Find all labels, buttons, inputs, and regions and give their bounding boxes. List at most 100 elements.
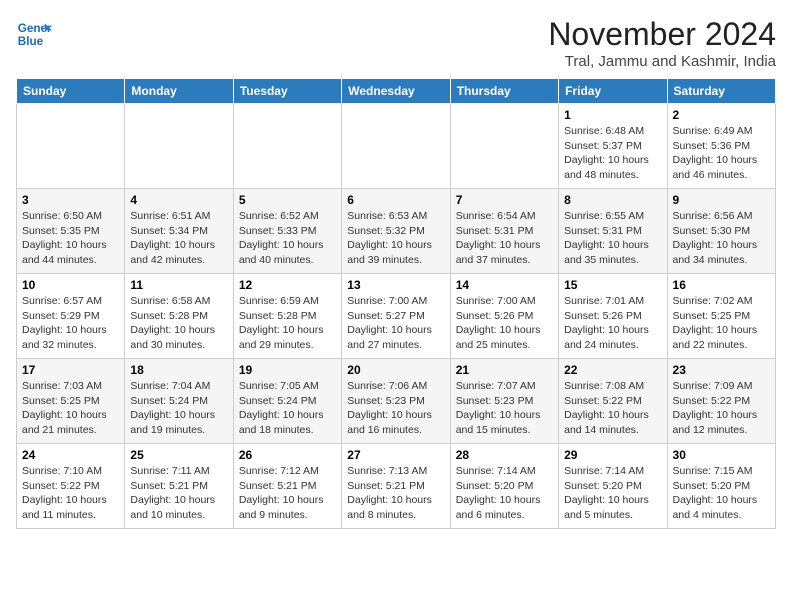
week-row: 10 Sunrise: 6:57 AM Sunset: 5:29 PM Dayli… [17,274,776,359]
day-info: Sunrise: 6:50 AM Sunset: 5:35 PM Dayligh… [22,209,119,268]
day-number: 29 [564,448,661,462]
day-info: Sunrise: 6:57 AM Sunset: 5:29 PM Dayligh… [22,294,119,353]
day-number: 6 [347,193,444,207]
day-number: 2 [673,108,770,122]
day-info: Sunrise: 7:09 AM Sunset: 5:22 PM Dayligh… [673,379,770,438]
day-info: Sunrise: 7:00 AM Sunset: 5:27 PM Dayligh… [347,294,444,353]
day-number: 5 [239,193,336,207]
week-row: 3 Sunrise: 6:50 AM Sunset: 5:35 PM Daylig… [17,189,776,274]
day-number: 9 [673,193,770,207]
calendar-cell: 6Sunrise: 6:53 AM Sunset: 5:32 PM Daylig… [342,189,450,274]
day-number: 26 [239,448,336,462]
day-number: 30 [673,448,770,462]
day-number: 15 [564,278,661,292]
calendar-cell: 15 Sunrise: 7:01 AM Sunset: 5:26 PM Dayli… [559,274,667,359]
day-info: Sunrise: 7:10 AM Sunset: 5:22 PM Dayligh… [22,464,119,523]
day-number: 23 [673,363,770,377]
calendar-cell: 28Sunrise: 7:14 AM Sunset: 5:20 PM Dayli… [450,444,558,529]
day-info: Sunrise: 7:06 AM Sunset: 5:23 PM Dayligh… [347,379,444,438]
calendar-cell: 13 Sunrise: 7:00 AM Sunset: 5:27 PM Dayli… [342,274,450,359]
calendar-cell: 22 Sunrise: 7:08 AM Sunset: 5:22 PM Dayli… [559,359,667,444]
day-number: 4 [130,193,227,207]
day-number: 10 [22,278,119,292]
day-info: Sunrise: 7:04 AM Sunset: 5:24 PM Dayligh… [130,379,227,438]
day-number: 17 [22,363,119,377]
calendar-cell: 29 Sunrise: 7:14 AM Sunset: 5:20 PM Dayli… [559,444,667,529]
page-header: General Blue November 2024 Tral, Jammu a… [16,16,776,70]
day-number: 13 [347,278,444,292]
calendar-cell: 2 Sunrise: 6:49 AM Sunset: 5:36 PM Daylig… [667,104,775,189]
week-row: 1Sunrise: 6:48 AM Sunset: 5:37 PM Daylig… [17,104,776,189]
calendar-cell: 4 Sunrise: 6:51 AM Sunset: 5:34 PM Daylig… [125,189,233,274]
day-number: 24 [22,448,119,462]
day-number: 3 [22,193,119,207]
calendar-cell: 24 Sunrise: 7:10 AM Sunset: 5:22 PM Dayli… [17,444,125,529]
day-number: 8 [564,193,661,207]
day-info: Sunrise: 7:15 AM Sunset: 5:20 PM Dayligh… [673,464,770,523]
calendar-cell [125,104,233,189]
calendar-table: SundayMondayTuesdayWednesdayThursdayFrid… [16,78,776,529]
day-info: Sunrise: 6:48 AM Sunset: 5:37 PM Dayligh… [564,124,661,183]
calendar-cell: 27 Sunrise: 7:13 AM Sunset: 5:21 PM Dayli… [342,444,450,529]
day-info: Sunrise: 7:08 AM Sunset: 5:22 PM Dayligh… [564,379,661,438]
day-number: 16 [673,278,770,292]
day-number: 20 [347,363,444,377]
calendar-cell: 30 Sunrise: 7:15 AM Sunset: 5:20 PM Dayli… [667,444,775,529]
day-info: Sunrise: 7:01 AM Sunset: 5:26 PM Dayligh… [564,294,661,353]
calendar-cell: 26 Sunrise: 7:12 AM Sunset: 5:21 PM Dayli… [233,444,341,529]
day-info: Sunrise: 6:56 AM Sunset: 5:30 PM Dayligh… [673,209,770,268]
day-number: 11 [130,278,227,292]
day-info: Sunrise: 6:49 AM Sunset: 5:36 PM Dayligh… [673,124,770,183]
day-number: 25 [130,448,227,462]
logo: General Blue [16,16,52,52]
day-number: 27 [347,448,444,462]
weekday-header: Sunday [17,79,125,104]
week-row: 17Sunrise: 7:03 AM Sunset: 5:25 PM Dayli… [17,359,776,444]
day-number: 19 [239,363,336,377]
calendar-cell: 21Sunrise: 7:07 AM Sunset: 5:23 PM Dayli… [450,359,558,444]
day-number: 7 [456,193,553,207]
day-info: Sunrise: 7:12 AM Sunset: 5:21 PM Dayligh… [239,464,336,523]
day-number: 14 [456,278,553,292]
day-info: Sunrise: 6:54 AM Sunset: 5:31 PM Dayligh… [456,209,553,268]
day-info: Sunrise: 7:02 AM Sunset: 5:25 PM Dayligh… [673,294,770,353]
weekday-header: Tuesday [233,79,341,104]
day-info: Sunrise: 7:14 AM Sunset: 5:20 PM Dayligh… [564,464,661,523]
calendar-cell: 23 Sunrise: 7:09 AM Sunset: 5:22 PM Dayli… [667,359,775,444]
day-number: 12 [239,278,336,292]
month-title: November 2024 [548,16,776,53]
day-info: Sunrise: 7:13 AM Sunset: 5:21 PM Dayligh… [347,464,444,523]
weekday-header: Thursday [450,79,558,104]
calendar-cell: 16 Sunrise: 7:02 AM Sunset: 5:25 PM Dayli… [667,274,775,359]
calendar-cell: 17Sunrise: 7:03 AM Sunset: 5:25 PM Dayli… [17,359,125,444]
day-number: 21 [456,363,553,377]
calendar-cell: 14 Sunrise: 7:00 AM Sunset: 5:26 PM Dayli… [450,274,558,359]
calendar-cell: 19 Sunrise: 7:05 AM Sunset: 5:24 PM Dayli… [233,359,341,444]
day-info: Sunrise: 6:55 AM Sunset: 5:31 PM Dayligh… [564,209,661,268]
calendar-cell [233,104,341,189]
calendar-cell: 18 Sunrise: 7:04 AM Sunset: 5:24 PM Dayli… [125,359,233,444]
weekday-header: Wednesday [342,79,450,104]
day-info: Sunrise: 7:00 AM Sunset: 5:26 PM Dayligh… [456,294,553,353]
weekday-header-row: SundayMondayTuesdayWednesdayThursdayFrid… [17,79,776,104]
week-row: 24 Sunrise: 7:10 AM Sunset: 5:22 PM Dayli… [17,444,776,529]
day-info: Sunrise: 7:11 AM Sunset: 5:21 PM Dayligh… [130,464,227,523]
day-number: 28 [456,448,553,462]
calendar-cell: 9 Sunrise: 6:56 AM Sunset: 5:30 PM Daylig… [667,189,775,274]
calendar-cell [450,104,558,189]
day-number: 22 [564,363,661,377]
calendar-cell: 25 Sunrise: 7:11 AM Sunset: 5:21 PM Dayli… [125,444,233,529]
svg-text:Blue: Blue [18,35,44,48]
title-block: November 2024 Tral, Jammu and Kashmir, I… [548,16,776,70]
calendar-cell: 10 Sunrise: 6:57 AM Sunset: 5:29 PM Dayli… [17,274,125,359]
calendar-cell: 3 Sunrise: 6:50 AM Sunset: 5:35 PM Daylig… [17,189,125,274]
day-info: Sunrise: 6:52 AM Sunset: 5:33 PM Dayligh… [239,209,336,268]
day-info: Sunrise: 6:51 AM Sunset: 5:34 PM Dayligh… [130,209,227,268]
calendar-cell: 7 Sunrise: 6:54 AM Sunset: 5:31 PM Daylig… [450,189,558,274]
weekday-header: Friday [559,79,667,104]
day-info: Sunrise: 7:05 AM Sunset: 5:24 PM Dayligh… [239,379,336,438]
day-number: 18 [130,363,227,377]
calendar-cell [17,104,125,189]
calendar-cell: 20 Sunrise: 7:06 AM Sunset: 5:23 PM Dayli… [342,359,450,444]
weekday-header: Saturday [667,79,775,104]
